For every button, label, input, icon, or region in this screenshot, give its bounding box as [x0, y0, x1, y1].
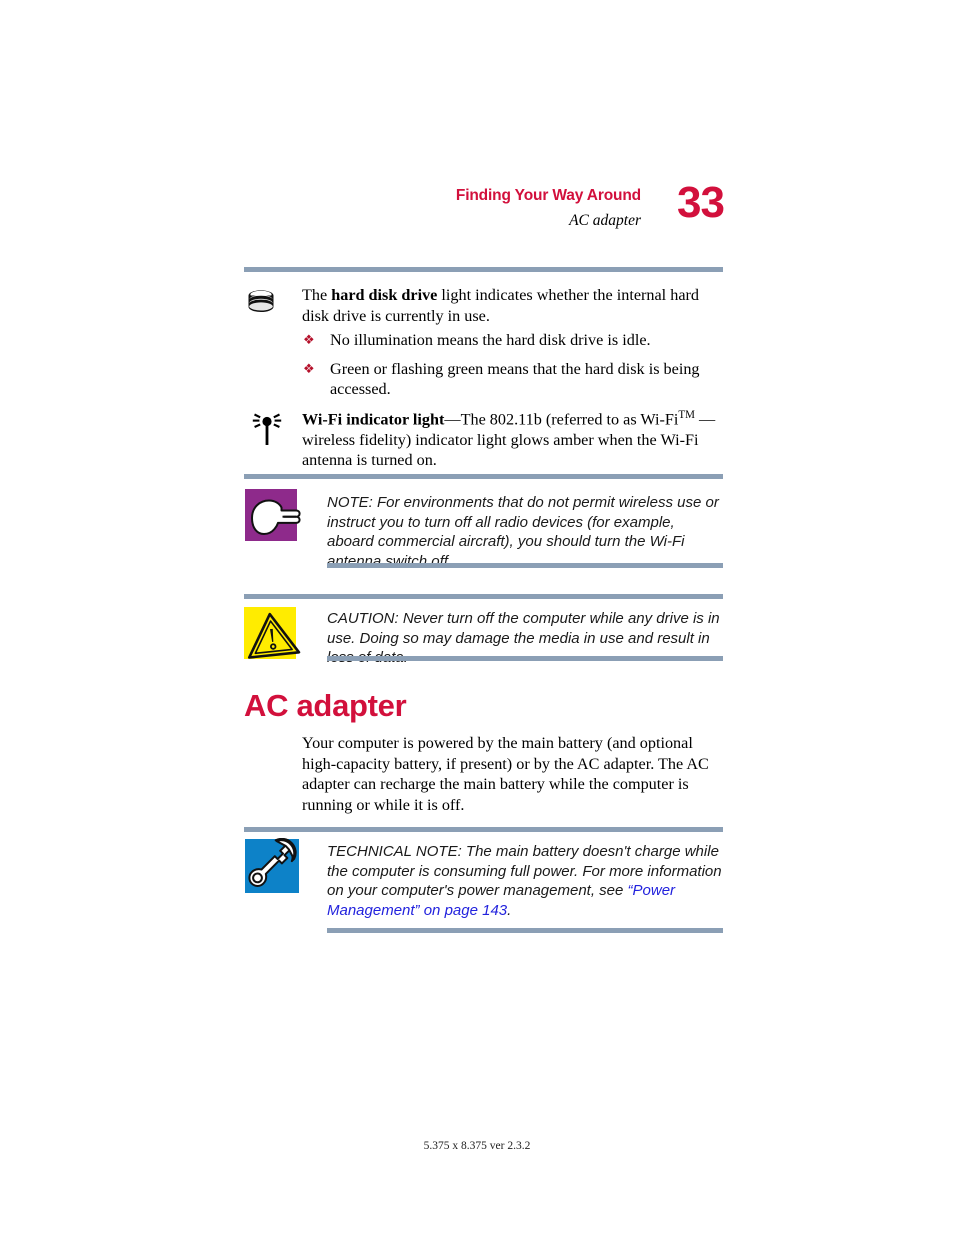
header-titles: Finding Your Way Around AC adapter: [456, 186, 641, 231]
list-item: ❖ Green or flashing green means that the…: [302, 359, 727, 400]
bullet-marker-icon: ❖: [303, 333, 315, 348]
wrench-icon: [244, 838, 302, 896]
wifi-indicator-light-icon: [250, 408, 284, 448]
page-title: AC adapter: [244, 688, 407, 723]
divider-rule-top: [244, 267, 723, 272]
page-number: 33: [677, 178, 725, 227]
caution-rule-top: [244, 594, 723, 599]
ac-adapter-paragraph: Your computer is powered by the main bat…: [302, 734, 709, 814]
pointing-hand-icon: [244, 488, 302, 546]
note-rule-top: [244, 474, 723, 479]
note-rule-bottom: [327, 563, 723, 568]
header-section-title: AC adapter: [569, 212, 641, 229]
hard-disk-drive-bullet-list: ❖ No illumination means the hard disk dr…: [302, 330, 727, 408]
page-header: Finding Your Way Around AC adapter 33: [244, 178, 725, 248]
warning-triangle-icon: [242, 605, 301, 663]
list-item-text: Green or flashing green means that the h…: [330, 359, 700, 399]
technical-note-text: TECHNICAL NOTE: The main battery doesn't…: [327, 842, 725, 920]
bullet-marker-icon: ❖: [303, 361, 315, 377]
wifi-indicator-description: Wi-Fi indicator light—The 802.11b (refer…: [302, 409, 716, 470]
list-item: ❖ No illumination means the hard disk dr…: [302, 330, 727, 351]
technical-note-rule-bottom: [327, 928, 723, 933]
caution-rule-bottom: [327, 656, 723, 661]
header-chapter-title: Finding Your Way Around: [455, 187, 641, 204]
technical-note-rule-top: [244, 827, 723, 832]
technical-note-text-after: .: [507, 901, 512, 919]
page-footer: 5.375 x 8.375 ver 2.3.2: [423, 1140, 531, 1152]
hard-disk-drive-description: The hard disk drive light indicates whet…: [302, 286, 699, 325]
hard-disk-drive-icon: [244, 285, 278, 319]
list-item-text: No illumination means the hard disk driv…: [330, 331, 651, 349]
note-text: NOTE: For environments that do not permi…: [327, 494, 719, 570]
